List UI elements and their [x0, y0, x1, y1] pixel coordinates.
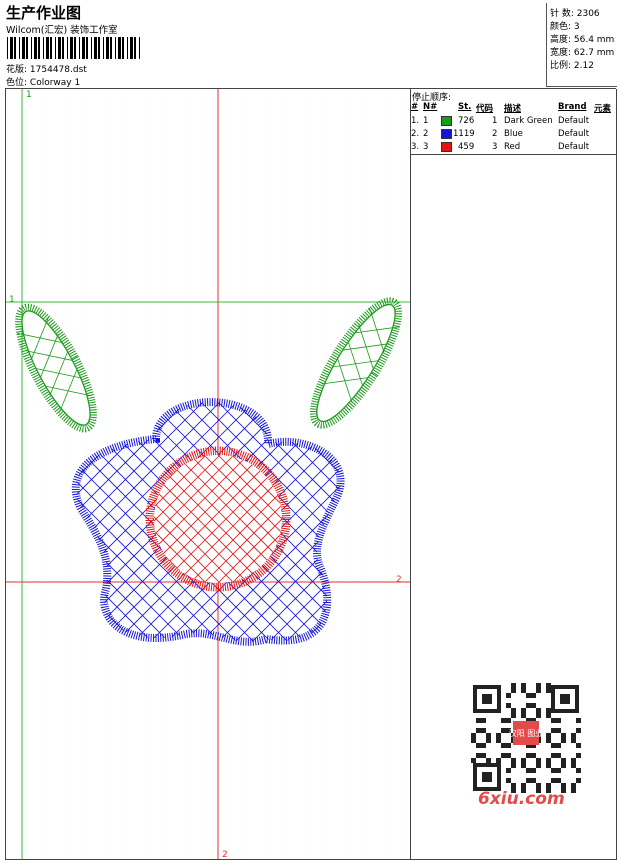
- qr-code-icon: 汉阳 图业: [471, 683, 581, 793]
- col-brand: Brand: [558, 102, 587, 112]
- row-num: 3.: [411, 142, 420, 152]
- col-element: 元素: [594, 104, 612, 114]
- marker-right: 2: [396, 575, 402, 585]
- row-desc: Red: [504, 142, 521, 152]
- col-code: 代码: [476, 104, 494, 114]
- stats-box: 针 数: 2306 颜色: 3 高度: 56.4 mm 宽度: 62.7 mm …: [546, 3, 617, 87]
- color-swatch: [441, 116, 452, 126]
- row-needle: 2: [423, 129, 429, 139]
- stat-width: 宽度: 62.7 mm: [550, 48, 615, 58]
- row-needle: 3: [423, 142, 429, 152]
- col-needle: N#: [423, 102, 438, 112]
- row-code: 1: [492, 116, 498, 126]
- marker-left: 1: [9, 295, 15, 305]
- stat-ratio: 比例: 2.12: [550, 61, 594, 71]
- col-stitches: St.: [458, 102, 472, 112]
- row-code: 3: [492, 142, 498, 152]
- table-divider: [410, 154, 616, 155]
- stat-colors: 颜色: 3: [550, 22, 580, 32]
- row-stitches: 459: [458, 142, 475, 152]
- row-num: 1.: [411, 116, 420, 126]
- row-brand: Default: [558, 116, 590, 126]
- row-desc: Blue: [504, 129, 523, 139]
- design-file: 1754478.dst: [29, 65, 87, 75]
- col-num: #: [411, 102, 419, 112]
- row-brand: Default: [558, 129, 590, 139]
- page-title: 生产作业图: [6, 4, 82, 22]
- marker-bottom: 2: [222, 850, 228, 859]
- row-needle: 1: [423, 116, 429, 126]
- design-canvas: 1 1 2 2: [5, 89, 411, 860]
- row-code: 2: [492, 129, 498, 139]
- design-file-line: 花版: 1754478.dst: [6, 62, 87, 75]
- design-label: 花版:: [6, 65, 28, 75]
- colorway-line: 色位: Colorway 1: [6, 75, 80, 88]
- embroidery-design: 1 1 2 2: [6, 89, 410, 859]
- col-desc: 描述: [504, 104, 522, 114]
- qr-label: 汉阳 图业: [509, 728, 544, 738]
- marker-top-left: 1: [26, 90, 32, 100]
- site-watermark: 6xiu.com: [478, 789, 565, 809]
- colorway-label: 色位:: [6, 78, 28, 88]
- row-brand: Default: [558, 142, 590, 152]
- row-stitches: 1119: [453, 129, 475, 139]
- color-swatch: [441, 142, 452, 152]
- stat-height: 高度: 56.4 mm: [550, 35, 615, 45]
- color-swatch: [441, 129, 452, 139]
- barcode: [7, 37, 140, 59]
- colorway-value: Colorway 1: [29, 78, 81, 88]
- row-stitches: 726: [458, 116, 475, 126]
- company-name: Wilcom(汇宏) 装饰工作室: [6, 25, 118, 36]
- row-num: 2.: [411, 129, 420, 139]
- row-desc: Dark Green: [504, 116, 553, 126]
- stat-stitches: 针 数: 2306: [550, 9, 600, 19]
